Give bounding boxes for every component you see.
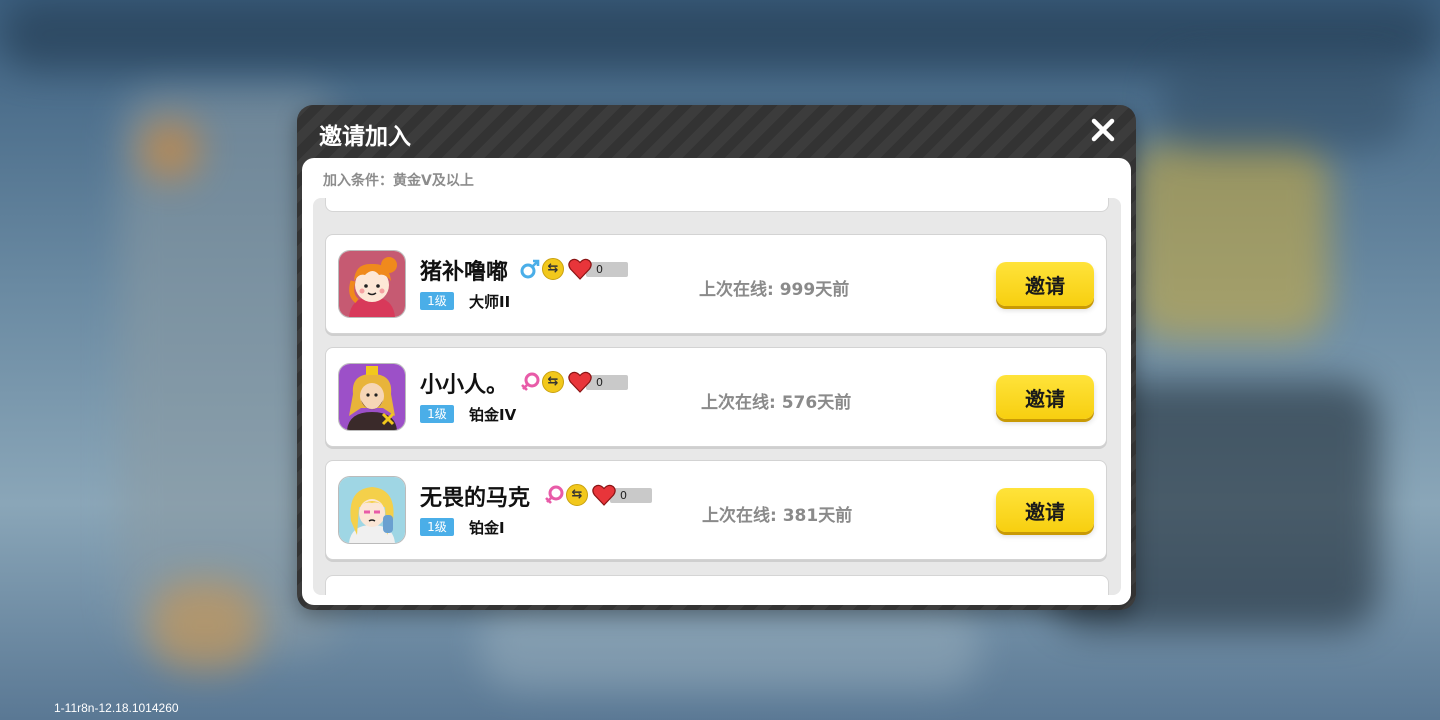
invite-button[interactable]: 邀请 xyxy=(996,488,1094,532)
heart-count: 0 xyxy=(586,374,628,390)
level-badge: 1级 xyxy=(420,518,454,536)
level-badge: 1级 xyxy=(420,405,454,423)
player-avatar[interactable] xyxy=(338,476,406,544)
last-online: 上次在线: 999天前 xyxy=(699,280,850,300)
list-item-partial xyxy=(325,198,1109,212)
player-badges: ⇆ 0 xyxy=(520,257,628,281)
join-condition: 加入条件：黄金V及以上 xyxy=(323,173,474,189)
player-name: 无畏的马克 xyxy=(420,486,531,511)
dialog-title: 邀请加入 xyxy=(319,124,411,150)
last-online: 上次在线: 381天前 xyxy=(702,506,853,526)
invite-button[interactable]: 邀请 xyxy=(996,262,1094,306)
player-badges: ⇆ 0 xyxy=(544,483,652,507)
blonde-girl-avatar-icon xyxy=(339,477,405,543)
female-icon xyxy=(545,485,564,504)
player-row: 小小人。 ⇆ 0 1级 铂金IV 上次在线: 576天前 邀请 xyxy=(325,347,1107,447)
heart-badge: 0 xyxy=(568,371,628,393)
close-icon xyxy=(1091,118,1115,142)
heart-icon xyxy=(592,484,616,506)
player-badges: ⇆ 0 xyxy=(520,370,628,394)
heart-icon xyxy=(568,371,592,393)
swap-icon: ⇆ xyxy=(542,371,564,393)
rank-label: 铂金I xyxy=(469,519,505,537)
player-row: 无畏的马克 ⇆ 0 1级 铂金I 上次在线: 381天前 邀请 xyxy=(325,460,1107,560)
rank-label: 大师II xyxy=(469,293,511,311)
dialog-panel: 加入条件：黄金V及以上 猪补噜嘟 ⇆ 0 1级 大师II 上次在线: 999天前… xyxy=(302,158,1131,605)
bearded-king-avatar-icon xyxy=(339,364,405,430)
player-avatar[interactable] xyxy=(338,363,406,431)
build-version: 1-11r8n-12.18.1014260 xyxy=(54,701,179,715)
player-name: 小小人。 xyxy=(420,373,509,398)
heart-badge: 0 xyxy=(592,484,652,506)
last-online: 上次在线: 576天前 xyxy=(701,393,852,413)
female-icon xyxy=(521,372,540,391)
swap-icon: ⇆ xyxy=(542,258,564,280)
list-item-partial xyxy=(325,575,1109,595)
player-row: 猪补噜嘟 ⇆ 0 1级 大师II 上次在线: 999天前 邀请 xyxy=(325,234,1107,334)
heart-icon xyxy=(568,258,592,280)
orange-hair-girl-avatar-icon xyxy=(339,251,405,317)
male-icon xyxy=(520,259,540,279)
close-button[interactable] xyxy=(1088,117,1118,147)
player-avatar[interactable] xyxy=(338,250,406,318)
rank-label: 铂金IV xyxy=(469,406,517,424)
heart-count: 0 xyxy=(610,487,652,503)
swap-icon: ⇆ xyxy=(566,484,588,506)
heart-count: 0 xyxy=(586,261,628,277)
player-list[interactable]: 猪补噜嘟 ⇆ 0 1级 大师II 上次在线: 999天前 邀请 小小人。 ⇆ 0… xyxy=(313,198,1121,595)
invite-dialog: 邀请加入 加入条件：黄金V及以上 猪补噜嘟 ⇆ 0 1级 大师II 上次在线: … xyxy=(297,105,1136,610)
invite-button[interactable]: 邀请 xyxy=(996,375,1094,419)
level-badge: 1级 xyxy=(420,292,454,310)
player-name: 猪补噜嘟 xyxy=(420,260,509,285)
heart-badge: 0 xyxy=(568,258,628,280)
